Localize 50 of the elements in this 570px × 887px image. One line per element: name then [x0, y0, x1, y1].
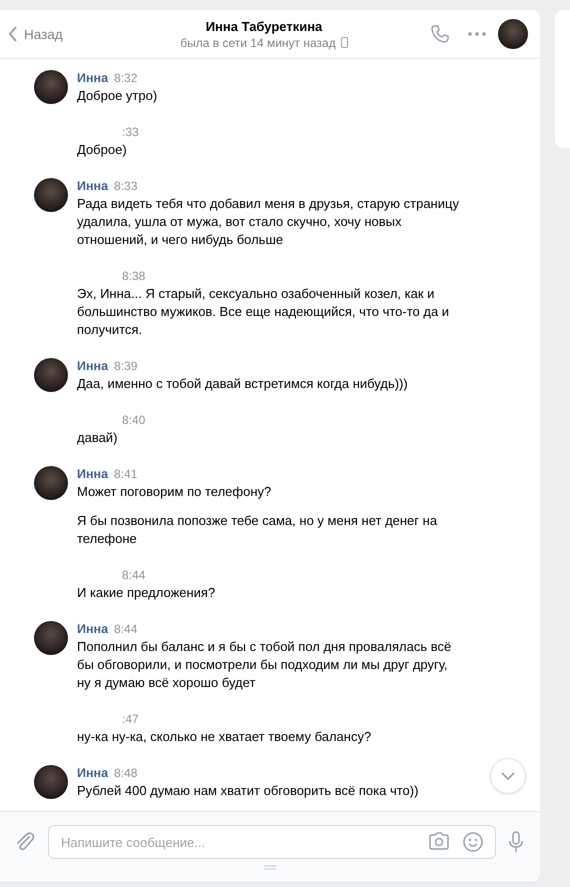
contact-name: Инна Табуреткина	[206, 18, 322, 34]
microphone-icon[interactable]	[508, 831, 524, 853]
avatar[interactable]	[34, 178, 68, 212]
avatar[interactable]	[34, 765, 68, 799]
message-time: 8:41	[114, 466, 138, 483]
message-text: Рада видеть тебя что добавил меня в друзья, старую страницу удалила, ушла от мужа, вот стало скучно, хочу новых отношений, и чего нибудь больше	[77, 195, 460, 249]
avatar[interactable]	[34, 358, 68, 392]
sender-name[interactable]: Инна	[77, 69, 108, 87]
message-text: И какие предложения?	[77, 584, 216, 602]
message-time: :33	[122, 124, 139, 141]
message-time: 8:40	[122, 412, 146, 429]
avatar[interactable]	[498, 19, 528, 49]
message-text: Доброе)	[77, 141, 128, 159]
avatar[interactable]	[34, 621, 68, 655]
message-text: Даа, именно с тобой давай встретимся когда нибудь)))	[77, 375, 409, 393]
sender-name[interactable]: Инна	[77, 177, 108, 195]
sender-name[interactable]: Инна	[77, 465, 108, 483]
sender-name[interactable]: Инна	[77, 764, 108, 782]
more-button[interactable]	[468, 32, 486, 36]
message-time: 8:44	[114, 621, 138, 638]
camera-icon[interactable]	[428, 831, 450, 853]
message-input[interactable]: Напишите сообщение...	[48, 825, 496, 859]
message-time: 8:39	[114, 358, 138, 375]
message-time: 8:32	[114, 70, 138, 87]
message-text: Может поговорим по телефону?	[77, 483, 272, 501]
sender-name[interactable]: Инна	[77, 620, 108, 638]
message-time: :47	[122, 711, 139, 728]
message-time: 8:48	[114, 765, 138, 782]
last-seen-status: была в сети 14 минут назад	[180, 36, 336, 50]
chevron-down-icon	[501, 772, 515, 780]
message-text: Доброе утро)	[77, 87, 158, 105]
phone-icon	[340, 37, 348, 48]
resize-handle-icon[interactable]	[264, 865, 276, 870]
smiley-icon[interactable]	[462, 831, 484, 853]
message-time: 8:44	[122, 567, 146, 584]
message-text: Рублей 400 думаю нам хватит обговорить всё пока что))	[77, 782, 420, 800]
message-text: давай)	[77, 429, 118, 447]
sender-name[interactable]: Инна	[77, 357, 108, 375]
avatar[interactable]	[34, 466, 68, 500]
message-text: ну-ка ну-ка, сколько не хватает твоему балансу?	[77, 728, 372, 746]
avatar[interactable]	[34, 70, 68, 104]
scroll-down-button[interactable]	[490, 758, 526, 794]
message-text: Пополнил бы баланс и я бы с тобой пол дня провалялась всё бы обговорили, и посмотрели бы подходим ли мы друг другу, ну я думаю всё хорошо будет	[77, 638, 452, 692]
back-button[interactable]: Назад	[8, 26, 98, 42]
chevron-left-icon	[8, 26, 18, 42]
call-button[interactable]	[430, 24, 450, 44]
message-text: Я бы позвонила попозже тебе сама, но у меня нет денег на телефоне	[77, 512, 438, 548]
message-time: 8:33	[114, 178, 138, 195]
message-time: 8:38	[122, 268, 146, 285]
message-text: Эх, Инна... Я старый, сексуально озабоченный козел, как и большинство мужиков. Все еще надеющийся, что что-то да и получится.	[77, 285, 450, 339]
